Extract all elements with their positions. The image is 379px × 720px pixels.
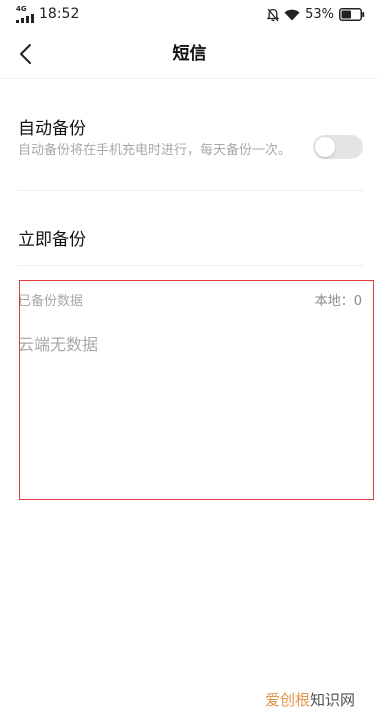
battery-icon [339, 8, 365, 21]
toggle-knob [315, 137, 335, 157]
battery-level-fill [341, 10, 351, 19]
watermark: 爱创根知识网 [265, 689, 355, 711]
auto-backup-setting: 自动备份 自动备份将在手机充电时进行，每天备份一次。 [18, 110, 363, 191]
signal-bars-icon [16, 14, 34, 23]
status-bar: 4G 18:52 53% [0, 0, 379, 30]
highlight-box [19, 280, 374, 500]
auto-backup-toggle[interactable] [313, 135, 363, 159]
status-right-group: 53% [267, 6, 365, 23]
backup-now-button[interactable]: 立即备份 [18, 215, 363, 266]
mute-icon [267, 8, 280, 21]
watermark-brand: 爱创根 [264, 691, 310, 709]
watermark-suffix: 知识网 [309, 691, 355, 709]
auto-backup-description: 自动备份将在手机充电时进行，每天备份一次。 [18, 143, 292, 158]
backup-now-label: 立即备份 [18, 230, 86, 250]
auto-backup-title: 自动备份 [18, 119, 86, 139]
title-bar: 短信 [0, 30, 379, 79]
battery-percent: 53% [305, 7, 334, 22]
status-time: 18:52 [39, 6, 80, 22]
page-title: 短信 [172, 44, 207, 64]
network-type: 4G [16, 5, 27, 13]
signal-indicator: 4G [16, 5, 38, 23]
wifi-icon [284, 9, 300, 20]
